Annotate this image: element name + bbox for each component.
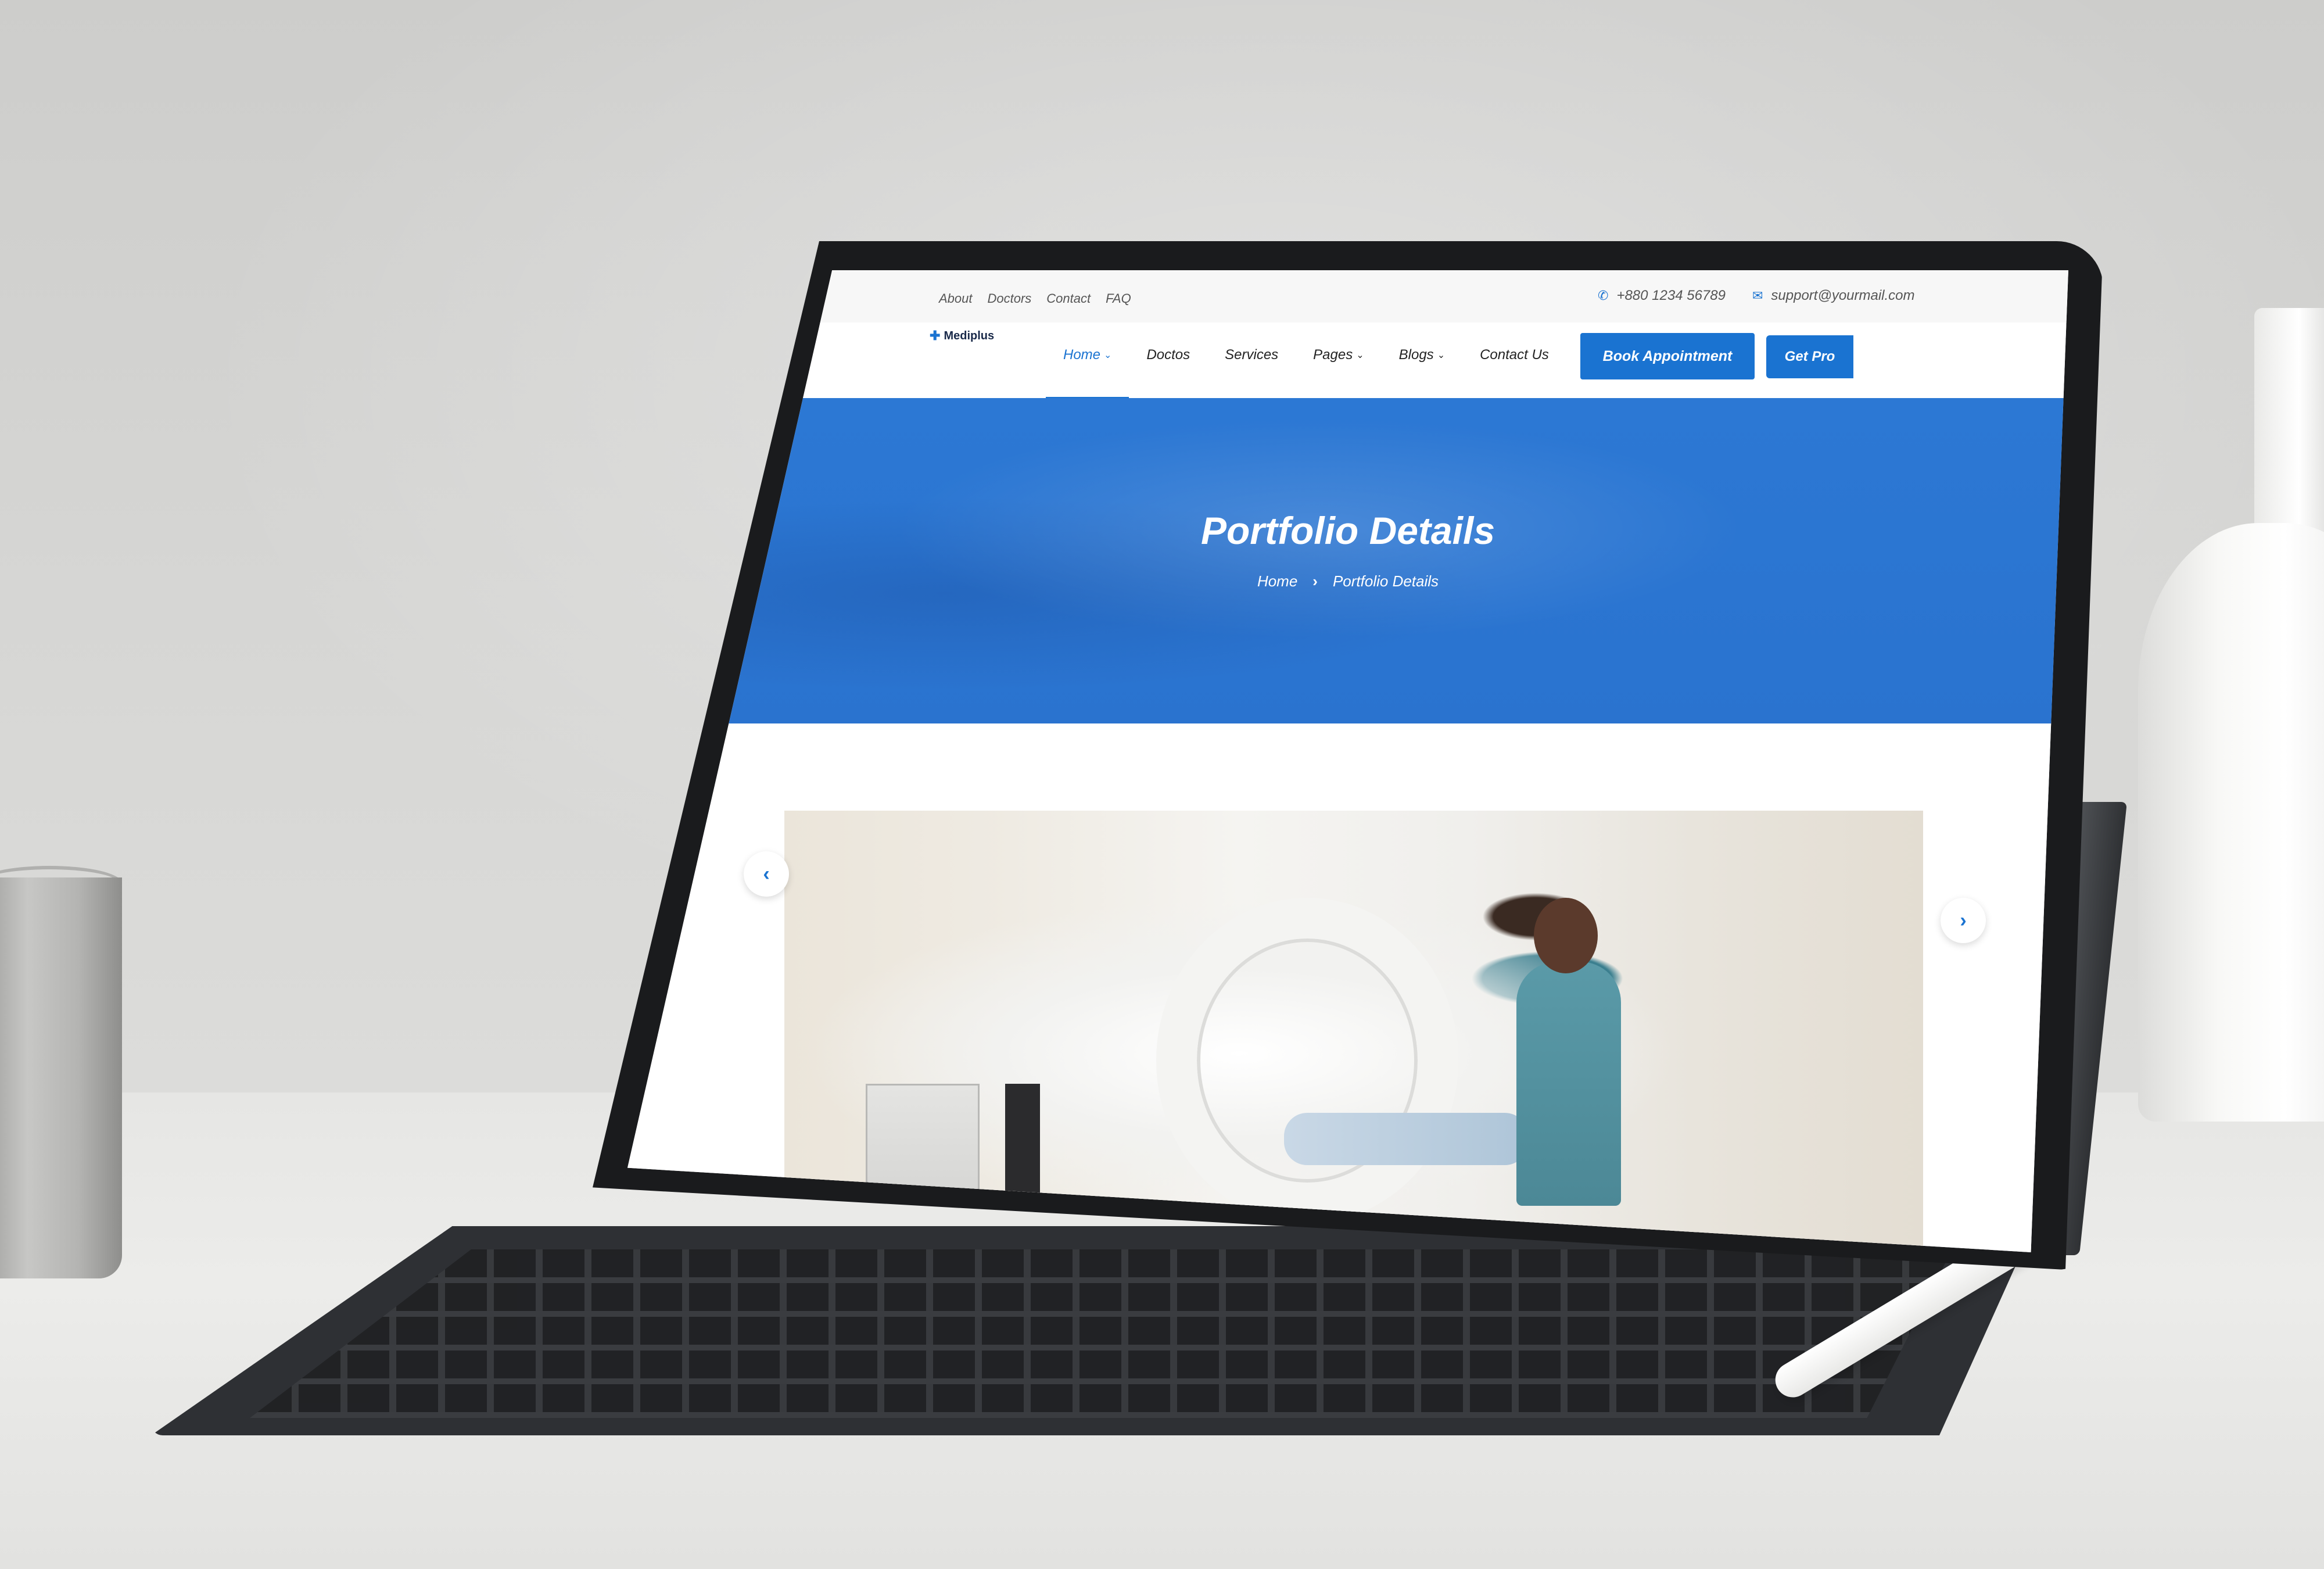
slider-next-button[interactable]: › [1941, 898, 1986, 943]
top-links: About Doctors Contact FAQ [939, 291, 1131, 306]
top-bar: About Doctors Contact FAQ ✆ +880 1234 56… [627, 270, 2068, 323]
breadcrumb-home[interactable]: Home [1257, 572, 1297, 590]
top-link-doctors[interactable]: Doctors [988, 291, 1032, 306]
keyboard-key-rows [250, 1249, 1952, 1418]
nav-label: Services [1225, 347, 1279, 363]
nav-item-home[interactable]: Home ⌄ [1045, 347, 1130, 399]
nav-item-pages[interactable]: Pages ⌄ [1313, 347, 1364, 363]
portfolio-slider-image [784, 811, 1923, 1252]
ct-scanner [1156, 898, 1458, 1223]
chevron-right-icon: › [1960, 909, 1967, 932]
breadcrumb: Home › Portfolio Details [627, 572, 2068, 590]
nav-label: Home [1063, 347, 1101, 363]
mug [0, 877, 122, 1278]
get-pro-button[interactable]: Get Pro [1766, 335, 1853, 378]
envelope-icon: ✉ [1752, 288, 1763, 303]
site-logo[interactable]: ✚ Mediplus [930, 328, 994, 343]
nav-menu: Home ⌄ Doctos Services Pages ⌄ Blogs ⌄ C… [1045, 347, 1549, 399]
email-address: support@yourmail.com [1771, 288, 1915, 303]
email-contact[interactable]: ✉ support@yourmail.com [1752, 288, 1915, 304]
top-link-faq[interactable]: FAQ [1106, 291, 1131, 306]
medical-cross-icon: ✚ [930, 328, 941, 343]
nav-item-doctos[interactable]: Doctos [1146, 347, 1190, 363]
contact-info: ✆ +880 1234 56789 ✉ support@yourmail.com [1598, 288, 1915, 304]
phone-contact[interactable]: ✆ +880 1234 56789 [1598, 288, 1726, 304]
logo-text: Mediplus [944, 329, 995, 342]
portfolio-content [627, 723, 2068, 1252]
nav-label: Doctos [1146, 347, 1190, 363]
book-appointment-button[interactable]: Book Appointment [1580, 333, 1755, 379]
page-hero-banner: Portfolio Details Home › Portfolio Detai… [627, 398, 2068, 723]
nurse-head [1534, 898, 1598, 973]
vase [2138, 523, 2324, 1122]
chevron-down-icon: ⌄ [1356, 350, 1364, 360]
chevron-down-icon: ⌄ [1104, 350, 1112, 360]
page-title: Portfolio Details [1200, 509, 1495, 552]
top-link-contact[interactable]: Contact [1046, 291, 1091, 306]
nav-item-contact-us[interactable]: Contact Us [1480, 347, 1549, 363]
top-link-about[interactable]: About [939, 291, 973, 306]
nav-item-services[interactable]: Services [1225, 347, 1278, 363]
vase-neck [2254, 308, 2324, 552]
nav-label: Blogs [1398, 347, 1434, 363]
chevron-left-icon: ‹ [763, 862, 770, 885]
phone-number: +880 1234 56789 [1616, 288, 1726, 303]
slider-prev-button[interactable]: ‹ [744, 851, 789, 897]
patient [1284, 1113, 1528, 1165]
breadcrumb-current: Portfolio Details [1332, 572, 1439, 590]
nurse [1516, 962, 1621, 1206]
nav-item-blogs[interactable]: Blogs ⌄ [1399, 347, 1445, 363]
tablet-screen: About Doctors Contact FAQ ✆ +880 1234 56… [627, 270, 2068, 1252]
chevron-right-icon: › [1312, 572, 1318, 590]
nav-label: Contact Us [1480, 347, 1549, 363]
chevron-down-icon: ⌄ [1437, 350, 1446, 360]
phone-icon: ✆ [1598, 288, 1609, 303]
nav-label: Pages [1313, 347, 1353, 363]
